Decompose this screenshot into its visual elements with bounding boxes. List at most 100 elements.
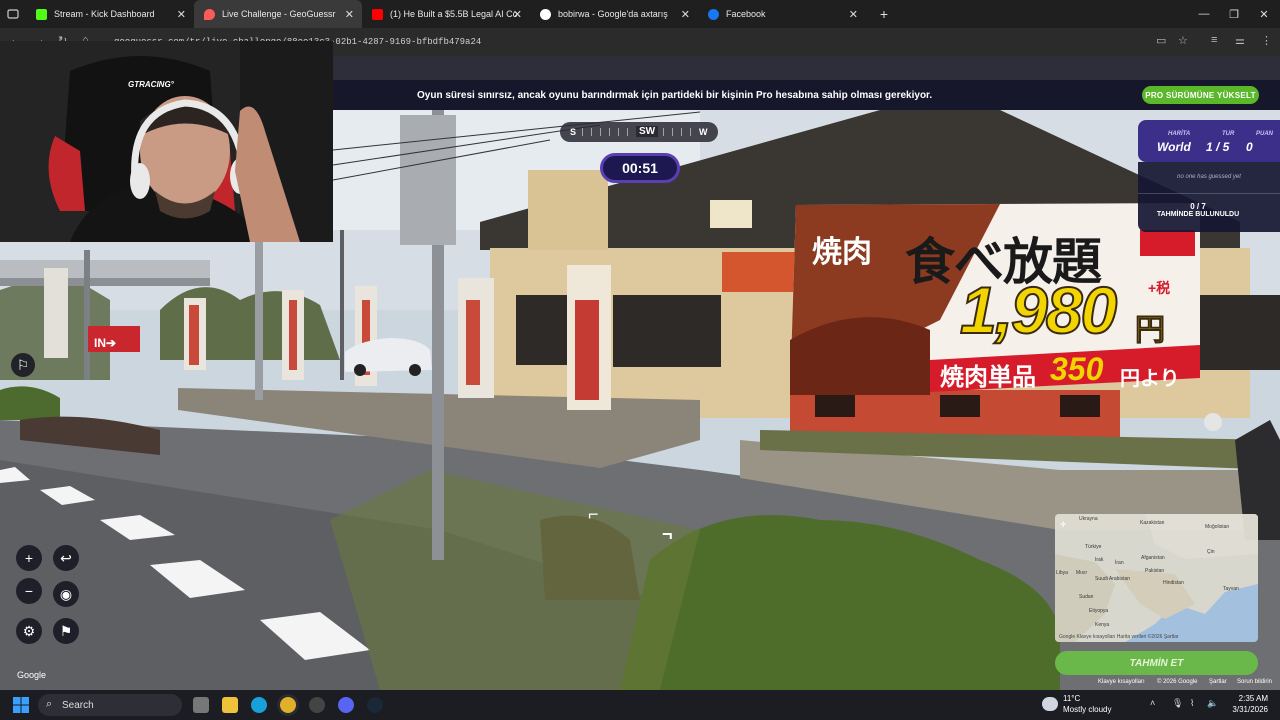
discord-icon[interactable] (338, 697, 354, 713)
upgrade-pro-button[interactable]: PRO SÜRÜMÜNE YÜKSELT (1142, 86, 1259, 104)
sign-single-item-text: 焼肉単品 (940, 364, 1036, 391)
show-hidden-icons-icon[interactable]: ˄ (1150, 698, 1155, 708)
sign-yakiniku-text: 焼肉 (812, 236, 872, 269)
map-label-egypt: Mısır (1076, 570, 1088, 576)
map-label-libya: Libya (1056, 570, 1068, 576)
obs-icon[interactable] (309, 697, 325, 713)
restore-icon[interactable]: ❐ (1218, 0, 1250, 28)
terms-link[interactable]: Şartlar (1209, 679, 1227, 685)
zoom-in-button[interactable]: + (16, 545, 42, 571)
microphone-icon[interactable]: 🎙 (1172, 698, 1183, 709)
guess-button[interactable]: TAHMİN ET (1055, 651, 1258, 675)
google-icon (540, 8, 551, 20)
tab-google-search[interactable]: bobirwa - Google'da axtarış ✕ (530, 0, 698, 28)
map-label-iran: İran (1115, 560, 1124, 566)
close-icon[interactable]: ✕ (681, 8, 690, 21)
keyboard-shortcuts-link[interactable]: Klavye kısayolları (1098, 679, 1145, 685)
tab-title: Stream - Kick Dashboard (54, 9, 155, 19)
taskbar-search[interactable]: ⌕ Search (38, 694, 182, 716)
map-value: World (1157, 140, 1191, 154)
windows-start-icon[interactable] (13, 697, 29, 713)
network-icon[interactable]: ⌇ (1190, 698, 1194, 709)
sign-from-yen-text: 円より (1120, 368, 1180, 390)
tab-title: (1) He Built a $5.5B Legal AI Co (390, 9, 518, 19)
tab-title: Live Challenge - GeoGuessr (222, 9, 336, 19)
close-icon[interactable]: ✕ (345, 8, 354, 21)
report-location-icon[interactable]: ⚐ (11, 353, 35, 377)
new-tab-icon[interactable]: + (874, 6, 894, 22)
guess-map[interactable]: + Ukrayna Kazakistan Moğolistan Türkiye … (1055, 514, 1258, 642)
sign-350-text: 350 (1050, 351, 1104, 387)
window-close-icon[interactable]: ✕ (1248, 0, 1280, 28)
reading-list-icon[interactable]: ≡ (1211, 34, 1217, 46)
tab-search-icon[interactable] (0, 0, 26, 28)
tab-geoguessr[interactable]: Live Challenge - GeoGuessr ✕ (194, 0, 362, 28)
close-icon[interactable]: ✕ (513, 8, 522, 21)
steam-icon[interactable] (367, 697, 383, 713)
checkpoint-flag-icon[interactable]: ⚑ (53, 618, 79, 644)
file-explorer-icon[interactable] (222, 697, 238, 713)
tab-title: Facebook (726, 9, 766, 19)
map-label-china: Çin (1207, 549, 1215, 555)
kick-icon (36, 8, 47, 20)
weather-temperature[interactable]: 11°C (1063, 694, 1080, 703)
clock-time[interactable]: 2:35 AM (1230, 694, 1268, 703)
volume-icon[interactable]: 🔈 (1207, 698, 1218, 709)
map-label-india: Hindistan (1163, 580, 1184, 586)
map-label-kazakhstan: Kazakistan (1140, 520, 1165, 526)
close-icon[interactable]: ✕ (849, 8, 858, 21)
sign-tax-text: +税 (1148, 280, 1171, 296)
map-label-saudi-arabia: Suudi Arabistan (1095, 576, 1131, 582)
facebook-icon (708, 8, 719, 20)
map-label-mongolia: Moğolistan (1205, 524, 1230, 530)
game-status-panel: HARİTA World TUR 1 / 5 PUAN 0 (1138, 120, 1280, 162)
tab-kick-dashboard[interactable]: Stream - Kick Dashboard ✕ (26, 0, 194, 28)
chrome-icon[interactable] (280, 697, 296, 713)
guess-count-label: TAHMİNDE BULUNULDU (1156, 211, 1240, 218)
return-to-start-pin-icon[interactable]: ◉ (53, 581, 79, 607)
edge-icon[interactable] (251, 697, 267, 713)
tab-youtube[interactable]: (1) He Built a $5.5B Legal AI Co ✕ (362, 0, 530, 28)
extensions-icon[interactable]: ⚌ (1235, 34, 1245, 47)
guess-count: 0 / 7 (1190, 202, 1206, 211)
map-label-turkey: Türkiye (1085, 544, 1102, 550)
map-label-kenya: Kenya (1095, 622, 1110, 628)
divider (1138, 193, 1280, 194)
close-icon[interactable]: ✕ (177, 8, 186, 21)
banner-message: Oyun süresi sınırsız, ancak oyunu barınd… (417, 90, 933, 101)
cast-icon[interactable]: ▭ (1156, 34, 1166, 47)
sign-yen-text: 円 (1135, 314, 1166, 348)
map-label-iraq: Irak (1095, 557, 1104, 563)
google-logo: Google (17, 670, 47, 680)
undo-move-icon[interactable]: ↩ (53, 545, 79, 571)
search-icon: ⌕ (46, 698, 53, 710)
menu-icon[interactable]: ⋮ (1261, 34, 1272, 47)
move-forward-arrow-icon[interactable]: ¬ (662, 524, 673, 545)
entrance-sign-text: IN➔ (94, 336, 117, 350)
report-problem-link[interactable]: Sorun bildirin (1237, 679, 1272, 685)
minimize-icon[interactable]: — (1188, 0, 1220, 28)
guess-progress-panel: no one has guessed yet 0 / 7 TAHMİNDE BU… (1138, 162, 1280, 232)
geoguessr-pin-icon (204, 8, 215, 20)
map-label-taiwan: Tayvan (1223, 586, 1239, 592)
map-zoom-in-icon[interactable]: + (1060, 519, 1066, 531)
chair-brand-logo: GTRACING° (128, 80, 174, 89)
compass-west: W (699, 127, 708, 137)
score-value: 0 (1246, 140, 1253, 154)
task-view-icon[interactable] (193, 697, 209, 713)
map-label-sudan: Sudan (1079, 594, 1094, 600)
move-back-left-arrow-icon[interactable]: ⌐ (588, 504, 599, 525)
round-label: TUR (1222, 131, 1235, 137)
settings-gear-icon[interactable]: ⚙ (16, 618, 42, 644)
compass-heading: SW (636, 126, 659, 137)
weather-description[interactable]: Mostly cloudy (1063, 705, 1111, 714)
compass: S SW W (560, 122, 718, 142)
zoom-out-button[interactable]: − (16, 578, 42, 604)
tab-facebook[interactable]: Facebook ✕ (698, 0, 866, 28)
bookmark-star-icon[interactable]: ☆ (1178, 34, 1188, 47)
clock-date[interactable]: 3/31/2026 (1222, 705, 1268, 714)
score-label: PUAN (1256, 131, 1274, 137)
tab-title: bobirwa - Google'da axtarış (558, 9, 668, 19)
map-footer: Google Klavye kısayolları Harita veriler… (1059, 634, 1179, 640)
webcam-overlay: GTRACING° (0, 41, 333, 242)
